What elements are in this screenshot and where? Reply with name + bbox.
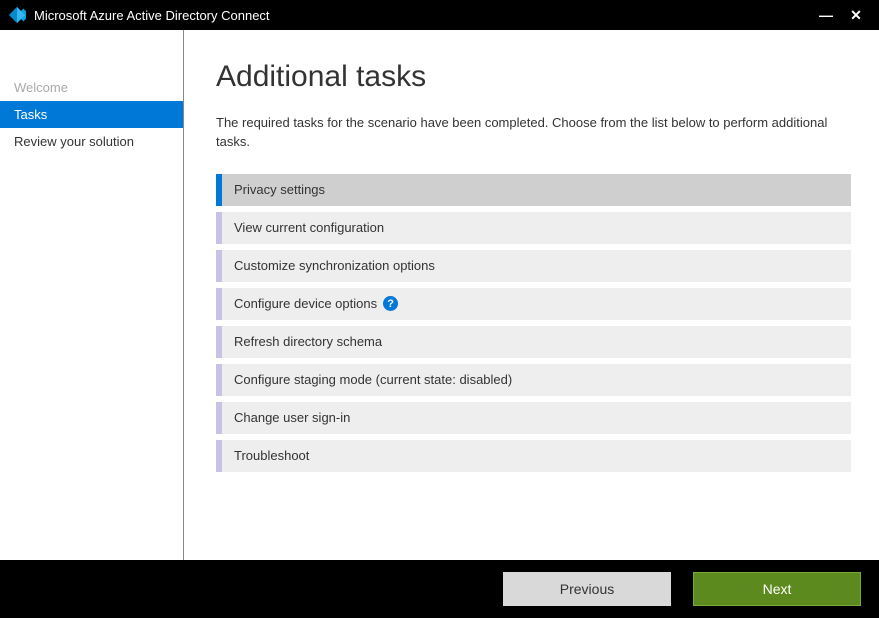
main-area: WelcomeTasksReview your solution Additio…	[0, 30, 879, 560]
task-label: Change user sign-in	[234, 410, 350, 425]
footer: Previous Next	[0, 560, 879, 618]
titlebar: Microsoft Azure Active Directory Connect…	[0, 0, 879, 30]
task-label: Configure device options	[234, 296, 377, 311]
task-label: View current configuration	[234, 220, 384, 235]
next-button[interactable]: Next	[693, 572, 861, 606]
task-label: Troubleshoot	[234, 448, 309, 463]
task-label: Privacy settings	[234, 182, 325, 197]
previous-button[interactable]: Previous	[503, 572, 671, 606]
task-item[interactable]: Privacy settings	[216, 174, 851, 206]
task-indicator	[216, 402, 222, 434]
page-description: The required tasks for the scenario have…	[216, 114, 851, 152]
task-indicator	[216, 212, 222, 244]
task-item[interactable]: Troubleshoot	[216, 440, 851, 472]
help-icon[interactable]: ?	[383, 296, 398, 311]
content: Additional tasks The required tasks for …	[184, 30, 879, 560]
sidebar: WelcomeTasksReview your solution	[0, 30, 184, 560]
sidebar-item-tasks[interactable]: Tasks	[0, 101, 183, 128]
task-item[interactable]: Configure device options?	[216, 288, 851, 320]
task-indicator	[216, 326, 222, 358]
task-item[interactable]: View current configuration	[216, 212, 851, 244]
task-indicator	[216, 174, 222, 206]
task-item[interactable]: Refresh directory schema	[216, 326, 851, 358]
task-list: Privacy settings View current configurati…	[216, 174, 851, 472]
task-item[interactable]: Configure staging mode (current state: d…	[216, 364, 851, 396]
minimize-button[interactable]: —	[811, 7, 841, 23]
sidebar-item-review-your-solution[interactable]: Review your solution	[0, 128, 183, 155]
task-indicator	[216, 288, 222, 320]
task-item[interactable]: Customize synchronization options	[216, 250, 851, 282]
task-label: Configure staging mode (current state: d…	[234, 372, 512, 387]
task-indicator	[216, 440, 222, 472]
page-title: Additional tasks	[216, 60, 851, 94]
task-indicator	[216, 250, 222, 282]
close-button[interactable]: ✕	[841, 7, 871, 24]
task-item[interactable]: Change user sign-in	[216, 402, 851, 434]
window-title: Microsoft Azure Active Directory Connect	[34, 8, 811, 23]
azure-logo-icon	[8, 6, 26, 24]
task-label: Refresh directory schema	[234, 334, 382, 349]
task-label: Customize synchronization options	[234, 258, 435, 273]
task-indicator	[216, 364, 222, 396]
sidebar-item-welcome: Welcome	[0, 74, 183, 101]
